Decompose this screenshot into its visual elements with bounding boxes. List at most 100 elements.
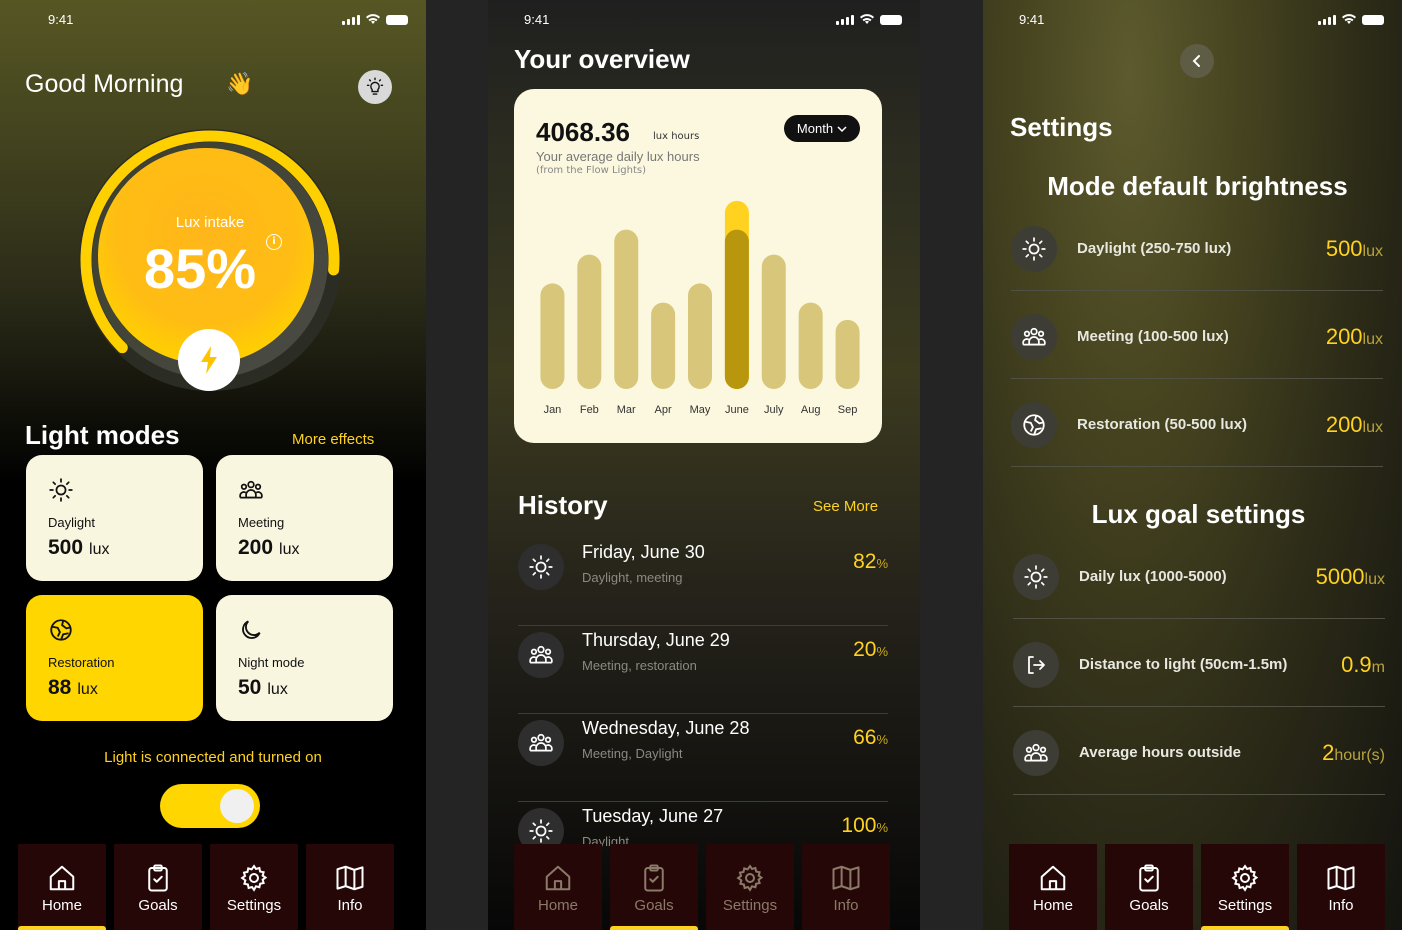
mode-value: 500 — [48, 536, 84, 559]
mode-name: Restoration — [48, 655, 115, 670]
tab-settings[interactable]: Settings — [706, 844, 794, 930]
history-percent: 82 — [853, 550, 877, 573]
light-modes-title: Light modes — [25, 420, 180, 450]
setting-row-restoration[interactable]: Restoration (50-500 lux) 200lux — [1011, 379, 1383, 467]
tab-goals[interactable]: Goals — [610, 844, 698, 930]
total-lux-hours: 4068.36 — [536, 117, 630, 147]
divider — [1013, 794, 1385, 795]
x-tick-label: Sep — [838, 404, 858, 416]
clipboard-icon — [143, 863, 173, 893]
greeting: Good Morning — [25, 70, 184, 98]
bar-jan[interactable] — [540, 283, 565, 389]
history-percent: 20 — [853, 638, 877, 661]
tab-goals[interactable]: Goals — [114, 844, 202, 930]
setting-label: Meeting (100-500 lux) — [1077, 328, 1229, 345]
percent-unit: % — [876, 556, 888, 571]
setting-row-daily-lux[interactable]: Daily lux (1000-5000) 5000lux — [1013, 531, 1385, 619]
tab-home[interactable]: Home — [514, 844, 602, 930]
status-time: 9:41 — [524, 12, 550, 27]
settings-screen: 9:41 Settings Mode default brightness Da… — [983, 0, 1402, 930]
more-effects-link[interactable]: More effects — [292, 431, 374, 448]
wifi-icon — [1342, 14, 1356, 24]
x-tick-label: July — [764, 404, 784, 416]
tab-bar: Home Goals Settings Info — [18, 844, 394, 930]
x-tick-label: May — [690, 404, 711, 416]
history-modes: Meeting, restoration — [582, 658, 697, 673]
tab-label: Goals — [634, 897, 674, 914]
tab-settings[interactable]: Settings — [210, 844, 298, 930]
setting-value: 500 — [1325, 236, 1363, 261]
setting-row-distance[interactable]: Distance to light (50cm-1.5m) 0.9m — [1013, 619, 1385, 707]
history-date: Tuesday, June 27 — [582, 806, 724, 826]
lux-intake-gauge: Lux intake 85% i — [70, 122, 350, 402]
back-button[interactable] — [1180, 44, 1214, 78]
setting-row-daylight[interactable]: Daylight (250-750 lux) 500lux — [1011, 203, 1383, 291]
bar-sep[interactable] — [835, 319, 860, 389]
x-tick-label: Aug — [801, 404, 821, 416]
status-time: 9:41 — [1019, 12, 1045, 27]
tab-goals[interactable]: Goals — [1105, 844, 1193, 930]
lightbulb-button[interactable] — [358, 70, 392, 104]
tab-label: Home — [537, 897, 578, 914]
status-bar: 9:41 — [0, 12, 426, 28]
tab-label: Info — [1328, 897, 1354, 914]
overview-card: 4068.36 lux hours Your average daily lux… — [514, 89, 882, 443]
map-icon — [335, 863, 365, 893]
setting-value: 200 — [1325, 412, 1363, 437]
bar-july[interactable] — [761, 254, 786, 389]
bar-june[interactable] — [724, 229, 749, 389]
gauge-label: Lux intake — [175, 214, 245, 231]
connection-status: Light is connected and turned on — [104, 749, 322, 766]
restoration-icon — [48, 617, 74, 643]
setting-label: Daylight (250-750 lux) — [1077, 240, 1232, 257]
tab-settings[interactable]: Settings — [1201, 844, 1289, 930]
chevron-down-icon — [837, 125, 847, 132]
toggle-knob — [220, 789, 254, 823]
mode-unit: lux — [77, 681, 98, 698]
setting-value: 5000 — [1315, 564, 1365, 589]
period-dropdown[interactable]: Month — [784, 115, 860, 142]
setting-unit: lux — [1362, 419, 1383, 436]
see-more-link[interactable]: See More — [813, 498, 878, 515]
people-icon — [238, 477, 264, 503]
x-tick-label: June — [725, 404, 749, 416]
setting-row-meeting[interactable]: Meeting (100-500 lux) 200lux — [1011, 291, 1383, 379]
tab-info[interactable]: Info — [802, 844, 890, 930]
light-toggle[interactable] — [160, 784, 260, 828]
status-bar: 9:41 — [488, 12, 920, 28]
mode-unit: lux — [89, 541, 110, 558]
sun-icon — [1021, 236, 1047, 262]
period-label: Month — [796, 121, 834, 136]
mode-card-meeting[interactable]: Meeting 200 lux — [216, 455, 393, 581]
bar-aug[interactable] — [798, 302, 823, 389]
clipboard-icon — [639, 863, 669, 893]
bar-may[interactable] — [688, 283, 712, 389]
history-row[interactable]: Thursday, June 29 Meeting, restoration 2… — [518, 626, 888, 714]
gear-icon — [239, 863, 269, 893]
bar-feb[interactable] — [577, 254, 602, 389]
overview-subtitle: Your average daily lux hours — [536, 149, 700, 164]
tab-home[interactable]: Home — [1009, 844, 1097, 930]
battery-icon — [1362, 14, 1384, 25]
tab-label: Home — [1032, 897, 1073, 914]
mode-card-night[interactable]: Night mode 50 lux — [216, 595, 393, 721]
tab-home[interactable]: Home — [18, 844, 106, 930]
tab-info[interactable]: Info — [1297, 844, 1385, 930]
overview-subtitle-source: (from the Flow Lights) — [536, 165, 647, 176]
history-date: Thursday, June 29 — [582, 630, 730, 650]
bar-apr[interactable] — [651, 302, 676, 389]
tab-label: Settings — [226, 897, 282, 914]
power-button[interactable] — [178, 329, 240, 391]
signal-icon — [342, 14, 360, 25]
mode-card-daylight[interactable]: Daylight 500 lux — [26, 455, 203, 581]
mode-value: 200 — [238, 536, 274, 559]
history-row[interactable]: Wednesday, June 28 Meeting, Daylight 66% — [518, 714, 888, 802]
mode-card-restoration[interactable]: Restoration 88 lux — [26, 595, 203, 721]
history-row[interactable]: Friday, June 30 Daylight, meeting 82% — [518, 538, 888, 626]
setting-row-hours-outside[interactable]: Average hours outside 2hour(s) — [1013, 707, 1385, 795]
bar-mar[interactable] — [614, 229, 639, 389]
history-modes: Meeting, Daylight — [582, 746, 683, 761]
tab-info[interactable]: Info — [306, 844, 394, 930]
info-icon[interactable]: i — [266, 234, 282, 250]
signal-icon — [1318, 14, 1336, 25]
